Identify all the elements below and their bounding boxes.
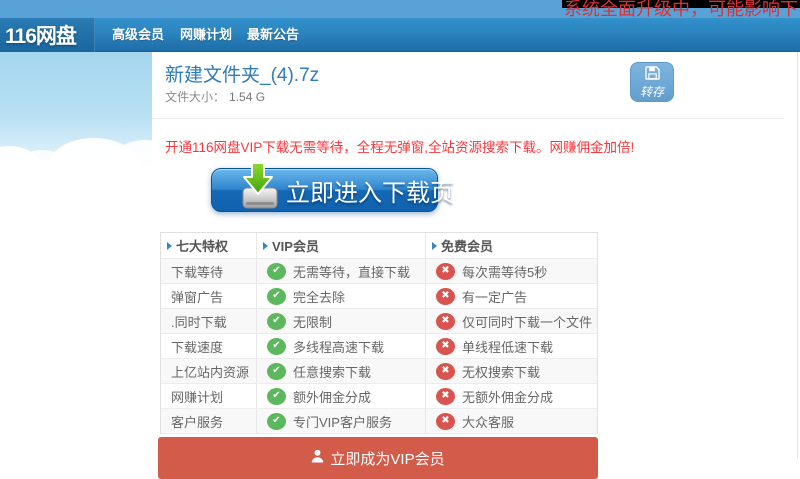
table-row: 弹窗广告 ✔ 完全去除 ✖ 有一定广告 [161, 284, 597, 309]
nav-item-latest-announcement[interactable]: 最新公告 [247, 18, 299, 52]
free-cell: ✖ 无额外佣金分成 [426, 384, 599, 408]
check-icon: ✔ [267, 337, 286, 355]
nav-item-earning-plan[interactable]: 网赚计划 [180, 18, 232, 52]
file-size: 文件大小： 1.54 G [165, 88, 265, 105]
feature-cell: .同时下载 [161, 309, 257, 333]
site-logo-text: 116网盘 [5, 25, 77, 48]
vip-cell: ✔ 无需等待，直接下载 [257, 259, 426, 283]
cross-icon: ✖ [436, 387, 455, 405]
site-logo[interactable]: 116网盘 [0, 18, 95, 52]
free-cell: ✖ 无权搜索下载 [426, 359, 599, 383]
check-icon: ✔ [267, 362, 286, 380]
header-vip-member: VIP会员 [257, 233, 426, 258]
table-row: 下载速度 ✔ 多线程高速下载 ✖ 单线程低速下载 [161, 334, 597, 359]
free-cell: ✖ 每次需等待5秒 [426, 259, 599, 283]
free-cell: ✖ 有一定广告 [426, 284, 599, 308]
privilege-comparison-table: 七大特权 VIP会员 免费会员 下载等待 ✔ 无需等待，直接下载 ✖ 每次需等待5秒… [160, 232, 598, 434]
triangle-bullet-icon [263, 241, 268, 250]
nav-item-premium-member[interactable]: 高级会员 [112, 18, 164, 52]
table-row: 网赚计划 ✔ 额外佣金分成 ✖ 无额外佣金分成 [161, 384, 597, 409]
check-icon: ✔ [267, 412, 286, 430]
vip-cell: ✔ 完全去除 [257, 284, 426, 308]
feature-cell: 上亿站内资源 [161, 359, 257, 383]
triangle-bullet-icon [432, 241, 437, 250]
feature-cell: 下载等待 [161, 259, 257, 283]
header-free-member: 免费会员 [426, 233, 599, 258]
check-icon: ✔ [267, 287, 286, 305]
free-cell: ✖ 仅可同时下载一个文件 [426, 309, 599, 333]
vip-promo-text: 开通116网盘VIP下载无需等待，全程无弹窗,全站资源搜索下载。网赚佣金加倍! [165, 140, 635, 155]
go-to-download-page-button[interactable]: 立即进入下载页 [211, 162, 454, 212]
file-size-label: 文件大小： [165, 90, 226, 104]
vip-cell: ✔ 多线程高速下载 [257, 334, 426, 358]
cross-icon: ✖ [436, 337, 455, 355]
feature-cell: 弹窗广告 [161, 284, 257, 308]
feature-cell: 下载速度 [161, 334, 257, 358]
table-header-row: 七大特权 VIP会员 免费会员 [161, 233, 597, 259]
vip-cell: ✔ 无限制 [257, 309, 426, 333]
free-cell: ✖ 大众客服 [426, 409, 599, 433]
table-row: 上亿站内资源 ✔ 任意搜索下载 ✖ 无权搜索下载 [161, 359, 597, 384]
feature-cell: 网赚计划 [161, 384, 257, 408]
file-size-value: 1.54 G [229, 90, 266, 104]
download-arrow-icon [238, 161, 280, 218]
vip-cell: ✔ 额外佣金分成 [257, 384, 426, 408]
header-privileges: 七大特权 [161, 233, 257, 258]
cross-icon: ✖ [436, 312, 455, 330]
save-button-label: 转存 [639, 85, 664, 99]
check-icon: ✔ [267, 312, 286, 330]
become-vip-button[interactable]: 立即成为VIP会员 [158, 437, 598, 479]
save-to-drive-button[interactable]: 转存 [630, 62, 674, 102]
download-button-label: 立即进入下载页 [286, 179, 454, 207]
check-icon: ✔ [267, 262, 286, 280]
vip-cell: ✔ 任意搜索下载 [257, 359, 426, 383]
table-row: 客户服务 ✔ 专门VIP客户服务 ✖ 大众客服 [161, 409, 597, 434]
check-icon: ✔ [267, 387, 286, 405]
table-row: .同时下载 ✔ 无限制 ✖ 仅可同时下载一个文件 [161, 309, 597, 334]
system-upgrade-notice: 系统全面升级中，可能影响下 [564, 0, 798, 19]
cross-icon: ✖ [436, 412, 455, 430]
vip-cell: ✔ 专门VIP客户服务 [257, 409, 426, 433]
floppy-disk-icon [644, 66, 660, 85]
cross-icon: ✖ [436, 362, 455, 380]
feature-cell: 客户服务 [161, 409, 257, 433]
vip-button-label: 立即成为VIP会员 [330, 450, 445, 468]
sky-background [0, 52, 152, 170]
cross-icon: ✖ [436, 287, 455, 305]
table-row: 下载等待 ✔ 无需等待，直接下载 ✖ 每次需等待5秒 [161, 259, 597, 284]
content-area: 新建文件夹_(4).7z 文件大小： 1.54 G 转存 开通116网盘VIP下载… [152, 52, 798, 479]
triangle-bullet-icon [167, 241, 172, 250]
file-name: 新建文件夹_(4).7z [165, 65, 320, 86]
cross-icon: ✖ [436, 262, 455, 280]
user-icon [311, 449, 324, 467]
free-cell: ✖ 单线程低速下载 [426, 334, 599, 358]
divider [152, 118, 784, 119]
